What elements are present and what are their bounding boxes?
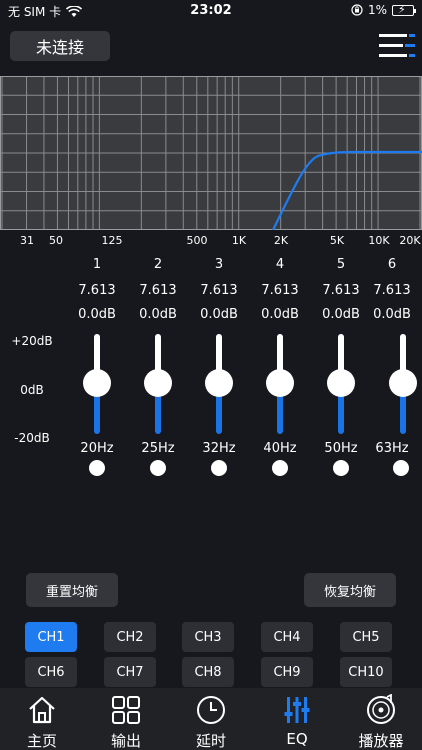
tab-label: 输出 [110,732,141,750]
freq-label: 50 [49,234,63,247]
band-freq-knob[interactable] [89,460,105,476]
band-freq-knob[interactable] [211,460,227,476]
orientation-lock-icon [351,4,363,16]
channel-button-ch4[interactable]: CH4 [261,622,313,652]
freq-label: 31 [20,234,34,247]
band-q-value[interactable]: 7.613 [362,282,422,300]
tab-home[interactable]: 主页 [7,688,77,750]
eq-curve-canvas [0,75,422,231]
channel-button-ch7[interactable]: CH7 [104,657,156,687]
music-disc-icon [367,694,395,724]
db-scale-mid: 0dB [20,383,44,397]
eq-curve-graph[interactable] [0,75,422,231]
band-number: 6 [387,257,397,272]
channel-button-ch9[interactable]: CH9 [261,657,313,687]
eq-band-3: 3 7.613 0.0dB 32Hz [189,256,249,476]
band-q-value[interactable]: 7.613 [189,282,249,300]
status-bar: 无 SIM 卡 23:02 1% ⚡ [0,0,422,22]
band-freq-knob[interactable] [272,460,288,476]
freq-label: 10K [368,234,390,247]
gain-slider-knob[interactable] [144,369,172,397]
band-frequency[interactable]: 20Hz [67,441,127,456]
tab-label: 主页 [26,732,57,750]
freq-axis-labels: 31 50 125 500 1K 2K 5K 10K 20K [0,234,422,248]
gain-slider-knob[interactable] [327,369,355,397]
status-right: 1% ⚡ [351,3,416,17]
battery-icon: ⚡ [392,3,416,16]
battery-percent: 1% [367,3,387,17]
freq-label: 1K [231,234,247,247]
tab-output[interactable]: 输出 [91,688,161,750]
eq-band-1: 1 7.613 0.0dB 20Hz [67,256,127,476]
channel-button-ch5[interactable]: CH5 [340,622,392,652]
freq-label: 5K [329,234,345,247]
menu-lines-icon[interactable] [379,32,415,60]
eq-band-2: 2 7.613 0.0dB 25Hz [128,256,188,476]
band-gain-value[interactable]: 0.0dB [250,306,310,324]
db-scale-bottom: -20dB [14,431,50,445]
channel-button-ch10[interactable]: CH10 [340,657,392,687]
tab-label: 延时 [195,732,226,750]
band-gain-value[interactable]: 0.0dB [189,306,249,324]
band-freq-knob[interactable] [333,460,349,476]
band-frequency[interactable]: 40Hz [250,441,310,456]
channel-button-ch3[interactable]: CH3 [182,622,234,652]
channel-button-ch2[interactable]: CH2 [104,622,156,652]
channel-button-ch6[interactable]: CH6 [25,657,77,687]
bottom-tab-bar: 主页 输出 延时 EQ 播放器 [0,688,422,750]
tab-player[interactable]: 播放器 [346,688,416,750]
band-gain-value[interactable]: 0.0dB [67,306,127,324]
band-freq-knob[interactable] [150,460,166,476]
tab-eq[interactable]: EQ [262,688,332,750]
eq-band-6: 6 7.613 0.0dB 63Hz [362,256,422,476]
freq-label: 125 [101,234,123,247]
band-freq-knob[interactable] [393,460,409,476]
freq-label: 20K [399,234,421,247]
band-number: 1 [92,257,102,272]
channel-button-ch8[interactable]: CH8 [182,657,234,687]
tab-delay[interactable]: 延时 [176,688,246,750]
band-gain-value[interactable]: 0.0dB [362,306,422,324]
connect-button[interactable]: 未连接 [10,31,110,61]
band-number: 2 [153,257,163,272]
eq-band-4: 4 7.613 0.0dB 40Hz [250,256,310,476]
tab-label: 播放器 [358,732,404,750]
gain-slider-knob[interactable] [205,369,233,397]
eq-sliders-icon [284,697,310,723]
gain-slider-knob[interactable] [266,369,294,397]
band-q-value[interactable]: 7.613 [250,282,310,300]
tab-label: EQ [286,730,308,748]
band-q-value[interactable]: 7.613 [128,282,188,300]
grid-icon [112,696,140,724]
channel-button-ch1[interactable]: CH1 [25,622,77,652]
band-number: 3 [214,257,224,272]
db-scale-top: +20dB [11,334,53,348]
band-gain-value[interactable]: 0.0dB [128,306,188,324]
home-icon [29,696,55,724]
band-frequency[interactable]: 63Hz [362,441,422,456]
band-q-value[interactable]: 7.613 [67,282,127,300]
restore-eq-button[interactable]: 恢复均衡 [304,573,396,607]
gain-slider-knob[interactable] [389,369,417,397]
gain-slider-knob[interactable] [83,369,111,397]
freq-label: 500 [186,234,208,247]
clock-icon [197,696,225,724]
freq-label: 2K [273,234,289,247]
band-frequency[interactable]: 32Hz [189,441,249,456]
band-number: 4 [275,257,285,272]
reset-eq-button[interactable]: 重置均衡 [26,573,118,607]
band-frequency[interactable]: 25Hz [128,441,188,456]
